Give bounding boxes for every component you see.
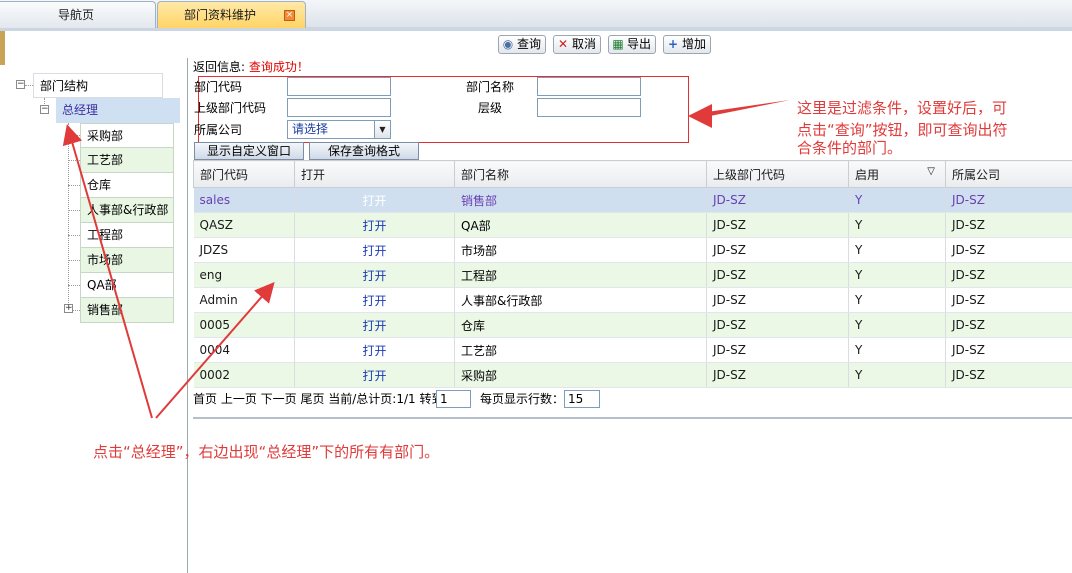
annotation-arrows: [62, 100, 790, 419]
tree-arrow: [62, 124, 153, 419]
filter-arrow-head: [688, 104, 712, 128]
filter-note-line: 这里是过滤条件，设置好后，可: [797, 99, 1008, 117]
tree-note: 点击“总经理”，右边出现“总经理”下的所有有部门。: [93, 443, 440, 461]
grid-arrow: [155, 281, 275, 419]
app-window: 导航页 部门资料维护 × ◉ 查询 ✕ 取消 ▦ 导出 + 增加 − 部门结构 − 总经…: [0, 0, 1072, 573]
filter-note: 这里是过滤条件，设置好后，可 点击“查询”按钮，即可查询出符 合条件的部门。: [797, 97, 1008, 159]
